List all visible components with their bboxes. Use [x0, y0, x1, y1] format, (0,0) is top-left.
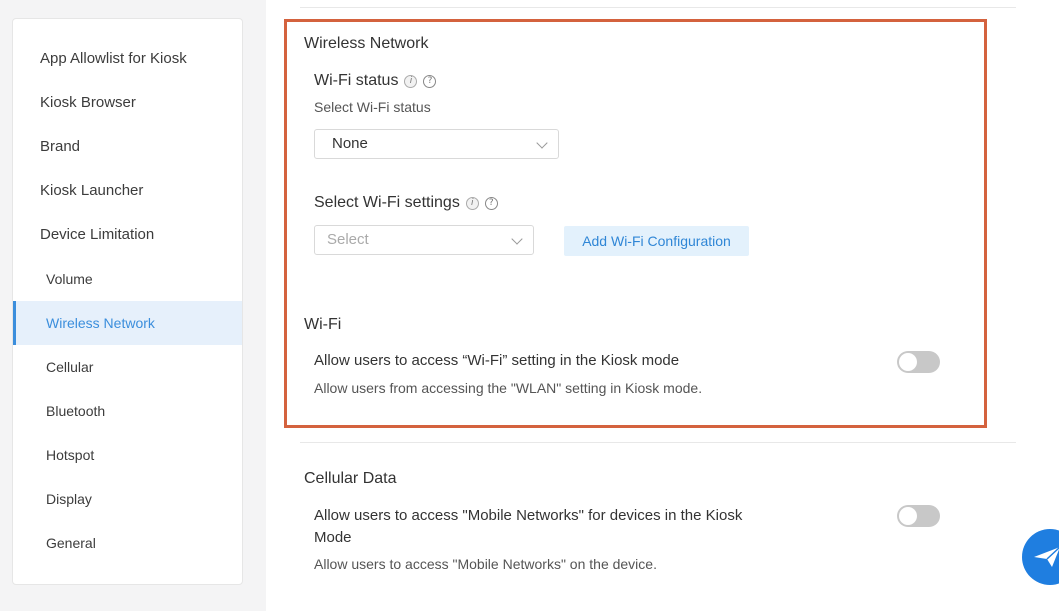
sidebar-item-volume[interactable]: Volume [13, 257, 242, 301]
wifi-access-toggle[interactable] [897, 351, 940, 373]
chevron-down-icon [511, 233, 523, 245]
cellular-data-title: Cellular Data [304, 470, 397, 487]
toggle-knob [899, 353, 917, 371]
divider [300, 442, 1016, 443]
help-icon[interactable]: ? [484, 196, 498, 210]
sidebar-nav: App Allowlist for Kiosk Kiosk Browser Br… [12, 18, 243, 585]
wifi-status-text: Wi-Fi status [314, 72, 399, 89]
main-content: Wireless Network Wi-Fi status i ? Select… [266, 0, 1059, 611]
paper-plane-icon [1034, 546, 1059, 567]
wifi-status-value: None [332, 135, 368, 152]
sidebar-item-bluetooth[interactable]: Bluetooth [13, 389, 242, 433]
wifi-status-hint: Select Wi-Fi status [314, 99, 431, 115]
sidebar-item-device-limitation[interactable]: Device Limitation [13, 213, 242, 257]
add-wifi-configuration-button[interactable]: Add Wi-Fi Configuration [564, 226, 749, 256]
wifi-settings-placeholder: Select [327, 231, 369, 248]
toggle-knob [899, 507, 917, 525]
sidebar-item-cellular[interactable]: Cellular [13, 345, 242, 389]
wifi-toggle-label: Allow users to access “Wi-Fi” setting in… [314, 352, 680, 369]
cellular-toggle-label-line2: Mode [314, 529, 352, 546]
sidebar-item-brand[interactable]: Brand [13, 125, 242, 169]
wifi-settings-label: Select Wi-Fi settings i ? [314, 194, 498, 212]
sidebar-item-hotspot[interactable]: Hotspot [13, 433, 242, 477]
sidebar-item-app-allowlist[interactable]: App Allowlist for Kiosk [13, 37, 242, 81]
sidebar-item-kiosk-launcher[interactable]: Kiosk Launcher [13, 169, 242, 213]
wifi-section-title: Wi-Fi [304, 316, 342, 333]
divider [300, 7, 1016, 8]
sidebar-item-display[interactable]: Display [13, 477, 242, 521]
sidebar-item-wireless-network[interactable]: Wireless Network [13, 301, 242, 345]
wifi-settings-text: Select Wi-Fi settings [314, 194, 460, 211]
cellular-toggle-desc: Allow users to access "Mobile Networks" … [314, 556, 657, 572]
sidebar-item-kiosk-browser[interactable]: Kiosk Browser [13, 81, 242, 125]
sidebar-item-general[interactable]: General [13, 521, 242, 565]
wifi-toggle-desc: Allow users from accessing the "WLAN" se… [314, 380, 703, 396]
floating-action-button[interactable] [1022, 529, 1059, 585]
wireless-network-title: Wireless Network [304, 35, 429, 52]
help-icon[interactable]: ? [423, 74, 437, 88]
chevron-down-icon [536, 137, 548, 149]
wifi-status-select[interactable]: None [314, 129, 559, 159]
cellular-toggle-label-line1: Allow users to access "Mobile Networks" … [314, 507, 743, 524]
cellular-access-toggle[interactable] [897, 505, 940, 527]
info-icon[interactable]: i [465, 196, 479, 210]
wifi-settings-select[interactable]: Select [314, 225, 534, 255]
wifi-status-label: Wi-Fi status i ? [314, 72, 437, 90]
info-icon[interactable]: i [404, 74, 418, 88]
